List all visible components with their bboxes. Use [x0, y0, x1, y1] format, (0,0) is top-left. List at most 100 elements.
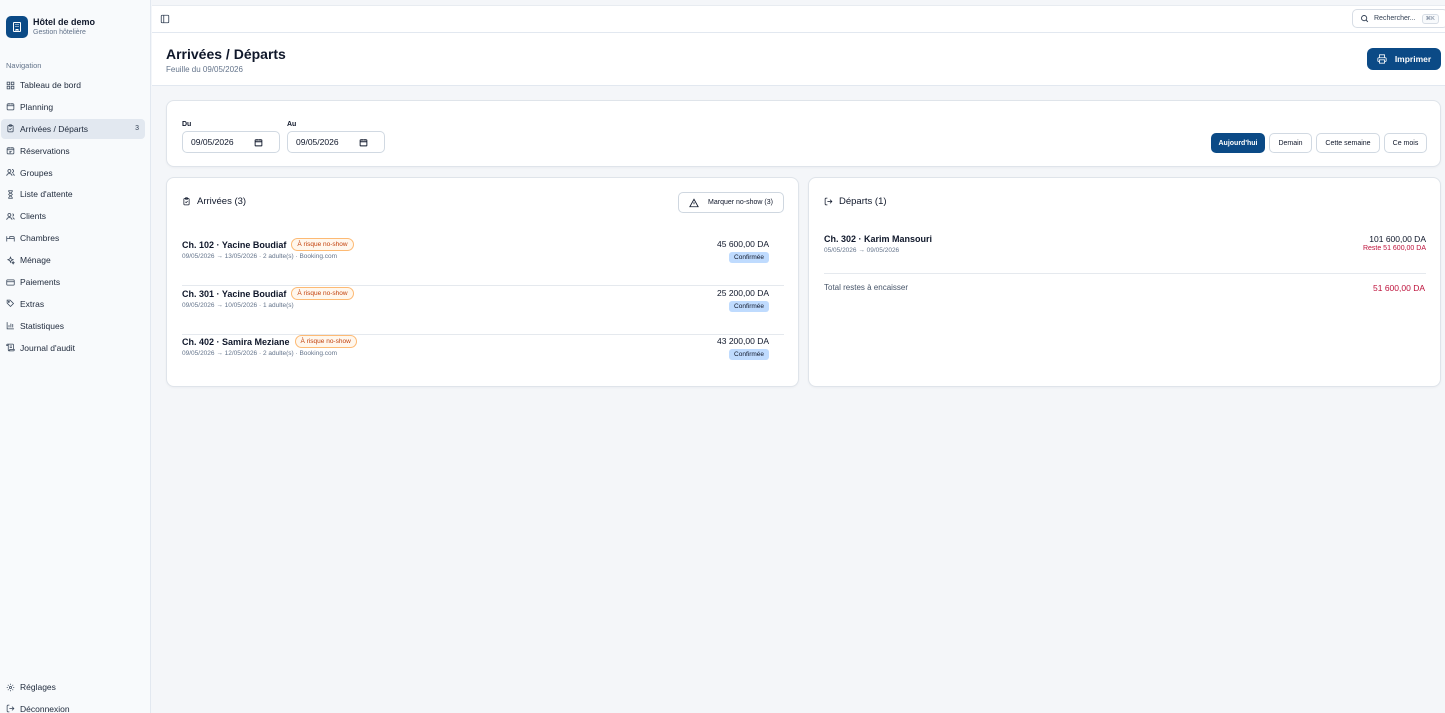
sidebar-item-statistics[interactable]: Statistiques [1, 316, 145, 336]
calendar-icon [6, 103, 15, 111]
credit-card-icon [6, 279, 15, 286]
departures-title: Départs (1) [839, 196, 887, 207]
arrival-row-title-wrap: Ch. 402 · Samira Meziane À risque no-sho… [182, 335, 357, 348]
date-filter-card: Du 09/05/2026 Au 09/05/2026 Aujourd'hui … [166, 100, 1441, 167]
sidebar-item-badge: 3 [135, 125, 139, 133]
quick-this-month-button[interactable]: Ce mois [1384, 133, 1427, 153]
arrival-amount: 45 600,00 DA [717, 239, 769, 249]
sidebar-item-label: Statistiques [20, 320, 64, 331]
search-button[interactable]: Rechercher... ⌘K [1352, 9, 1445, 28]
departure-dates: 05/05/2026 → 09/05/2026 [824, 247, 900, 254]
divider [824, 273, 1426, 274]
arrival-room-guest: Ch. 402 · Samira Meziane [182, 336, 290, 347]
search-shortcut: ⌘K [1421, 13, 1439, 24]
print-button-label: Imprimer [1394, 54, 1432, 64]
arrival-row[interactable]: Ch. 102 · Yacine Boudiaf À risque no-sho… [182, 238, 784, 286]
from-label: Du [182, 121, 192, 128]
total-remaining-label: Total restes à encaisser [824, 283, 909, 292]
calendar-check-icon [6, 147, 15, 155]
sidebar-item-label: Clients [20, 211, 46, 222]
mark-noshow-label: Marquer no-show (3) [708, 199, 773, 206]
sidebar-item-label: Extras [20, 298, 45, 309]
mark-noshow-button[interactable]: Marquer no-show (3) [678, 192, 784, 213]
from-date-input[interactable]: 09/05/2026 [182, 131, 280, 153]
departure-row[interactable]: Ch. 302 · Karim Mansouri 05/05/2026 → 09… [824, 234, 1426, 254]
sidebar-item-planning[interactable]: Planning [1, 97, 145, 117]
noshow-risk-badge: À risque no-show [294, 335, 357, 348]
sidebar-item-label: Ménage [20, 255, 51, 266]
sidebar-item-settings[interactable]: Réglages [1, 677, 145, 697]
logout-icon [6, 705, 15, 713]
bed-icon [6, 235, 15, 242]
sidebar-item-extras[interactable]: Extras [1, 294, 145, 314]
sparkles-icon [6, 255, 15, 265]
arrival-details: 09/05/2026 → 10/05/2026 · 1 adulte(s) [182, 302, 294, 309]
status-badge: Confirmée [729, 252, 769, 263]
page-title: Arrivées / Départs [166, 46, 286, 62]
sidebar-nav: Tableau de bord Planning Arrivées / Dépa… [1, 75, 145, 360]
sidebar-item-rooms[interactable]: Chambres [1, 228, 145, 248]
departure-amount: 101 600,00 DA [1369, 234, 1426, 244]
noshow-risk-badge: À risque no-show [291, 287, 354, 300]
printer-icon [1377, 54, 1387, 64]
quick-today-button[interactable]: Aujourd'hui [1211, 133, 1265, 153]
brand[interactable]: Hôtel de demo Gestion hôtelière [6, 16, 95, 38]
sidebar-item-label: Groupes [20, 167, 53, 178]
departure-room-guest: Ch. 302 · Karim Mansouri [824, 234, 933, 244]
sidebar-item-label: Chambres [20, 233, 60, 244]
gear-icon [6, 683, 15, 691]
arrivals-card: Arrivées (3) Marquer no-show (3) Ch. 102… [166, 177, 799, 387]
arrival-row[interactable]: Ch. 301 · Yacine Boudiaf À risque no-sho… [182, 287, 784, 335]
arrival-room-guest: Ch. 301 · Yacine Boudiaf [182, 288, 287, 299]
departure-remaining: Reste 51 600,00 DA [1362, 245, 1426, 252]
clipboard-icon [7, 124, 14, 133]
page-subtitle: Feuille du 09/05/2026 [166, 65, 243, 74]
sidebar-item-clients[interactable]: Clients [1, 206, 145, 226]
to-label: Au [287, 121, 297, 128]
total-remaining-value: 51 600,00 DA [1373, 283, 1425, 293]
sidebar-item-housekeeping[interactable]: Ménage [1, 250, 145, 270]
arrival-amount: 25 200,00 DA [717, 288, 769, 298]
print-button[interactable]: Imprimer [1367, 48, 1441, 70]
bar-chart-icon [6, 322, 14, 330]
sidebar-item-label: Liste d'attente [20, 189, 73, 200]
calendar-icon [254, 138, 263, 146]
status-badge: Confirmée [729, 349, 769, 360]
clipboard-icon [183, 197, 190, 206]
sidebar-item-label: Paiements [20, 277, 61, 288]
sidebar-item-payments[interactable]: Paiements [1, 272, 145, 292]
search-icon [1361, 15, 1369, 23]
departures-card: Départs (1) Ch. 302 · Karim Mansouri 05/… [808, 177, 1441, 387]
calendar-icon [359, 138, 368, 146]
arrival-row-title-wrap: Ch. 102 · Yacine Boudiaf À risque no-sho… [182, 238, 354, 251]
arrival-room-guest: Ch. 102 · Yacine Boudiaf [182, 239, 287, 250]
hourglass-icon [8, 190, 13, 199]
sidebar-item-label: Déconnexion [20, 703, 70, 713]
to-date-input[interactable]: 09/05/2026 [287, 131, 385, 153]
dashboard-icon [6, 81, 15, 89]
arrivals-title-row: Arrivées (3) [182, 196, 246, 207]
brand-subtitle: Gestion hôtelière [33, 28, 86, 36]
to-date-value: 09/05/2026 [296, 137, 339, 147]
arrival-details: 09/05/2026 → 12/05/2026 · 2 adulte(s) · … [182, 350, 338, 357]
user-group-icon [6, 212, 15, 220]
sidebar-item-reservations[interactable]: Réservations [1, 141, 145, 161]
sidebar-item-arrivals-departures[interactable]: Arrivées / Départs 3 [1, 118, 145, 139]
sidebar-item-waitlist[interactable]: Liste d'attente [1, 184, 145, 204]
departures-title-row: Départs (1) [824, 196, 887, 207]
sidebar-item-label: Tableau de bord [20, 80, 81, 90]
sidebar-item-dashboard[interactable]: Tableau de bord [1, 75, 145, 95]
arrival-amount: 43 200,00 DA [717, 336, 769, 346]
noshow-risk-badge: À risque no-show [291, 238, 354, 251]
arrival-row[interactable]: Ch. 402 · Samira Meziane À risque no-sho… [182, 335, 784, 383]
sidebar-item-groups[interactable]: Groupes [1, 163, 145, 183]
sidebar-item-audit-log[interactable]: Journal d'audit [1, 338, 145, 358]
quick-this-week-button[interactable]: Cette semaine [1316, 133, 1380, 153]
sidebar-toggle-icon[interactable] [160, 14, 170, 24]
sidebar-item-logout[interactable]: Déconnexion [1, 699, 145, 713]
warning-icon [689, 197, 699, 207]
scroll-icon [6, 343, 15, 352]
quick-tomorrow-button[interactable]: Demain [1269, 133, 1312, 153]
tag-icon [6, 300, 15, 308]
users-icon [6, 169, 15, 176]
